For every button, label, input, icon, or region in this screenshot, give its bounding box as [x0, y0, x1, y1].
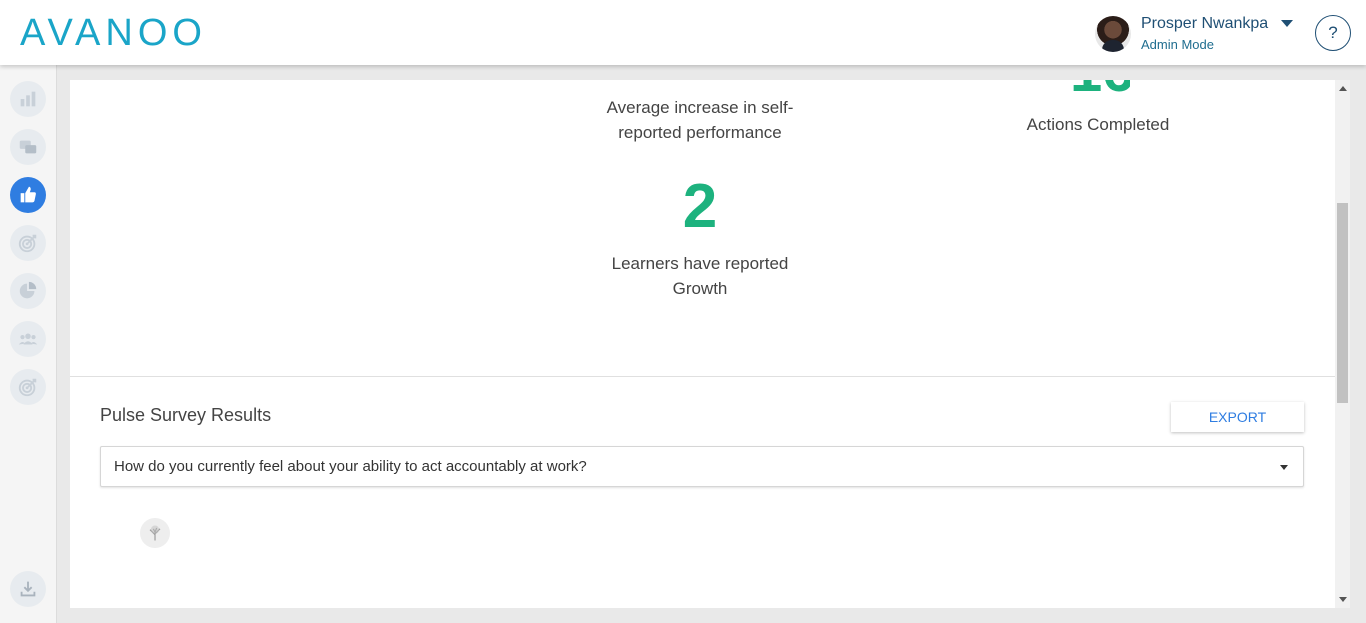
scrollbar[interactable] [1335, 80, 1350, 608]
sidebar-item-goals[interactable] [10, 225, 46, 261]
actions-number-wrap: 16 [1070, 80, 1130, 100]
user-mode: Admin Mode [1141, 37, 1214, 52]
actions-label: Actions Completed [1026, 115, 1170, 134]
sidebar-item-groups[interactable] [10, 321, 46, 357]
app-header: AVANOO Prosper Nwankpa Admin Mode ? [0, 0, 1366, 65]
scroll-down-icon[interactable] [1339, 597, 1347, 602]
download-icon [20, 581, 36, 597]
sidebar-item-download[interactable] [10, 571, 46, 607]
sidebar [0, 65, 57, 623]
question-select[interactable]: How do you currently feel about your abi… [100, 446, 1304, 487]
help-button[interactable]: ? [1315, 15, 1351, 51]
avg-increase-label: Average increase in self-reported perfor… [606, 98, 794, 142]
section-divider [70, 376, 1335, 377]
sidebar-item-targets[interactable] [10, 369, 46, 405]
scroll-up-icon[interactable] [1339, 86, 1347, 91]
sidebar-item-feedback[interactable] [10, 177, 46, 213]
question-select-value: How do you currently feel about your abi… [114, 458, 587, 475]
avanoo-logo[interactable]: AVANOO [20, 14, 207, 52]
sidebar-item-messages[interactable] [10, 129, 46, 165]
sidebar-item-reports[interactable] [10, 273, 46, 309]
chat-icon [19, 140, 37, 154]
learners-label: Learners have reported Growth [611, 254, 789, 298]
user-menu[interactable]: Prosper Nwankpa Admin Mode [1095, 14, 1305, 54]
tree-icon [140, 518, 170, 548]
pulse-survey-title: Pulse Survey Results [100, 405, 272, 425]
user-name[interactable]: Prosper Nwankpa [1141, 15, 1268, 33]
thumbs-up-icon [20, 186, 36, 203]
export-button[interactable]: EXPORT [1171, 402, 1304, 432]
scrollbar-thumb[interactable] [1337, 203, 1348, 403]
sidebar-item-analytics[interactable] [10, 81, 46, 117]
actions-number: 16 [1070, 80, 1130, 100]
target-icon [18, 378, 37, 397]
group-icon [18, 333, 38, 345]
learners-number: 2 [682, 172, 718, 241]
main-card: Average increase in self-reported perfor… [70, 80, 1335, 608]
bar-chart-icon [20, 91, 36, 107]
avatar[interactable] [1095, 16, 1131, 52]
chevron-down-icon[interactable] [1281, 20, 1293, 27]
target-icon [18, 234, 37, 253]
pie-chart-icon [19, 281, 37, 299]
caret-down-icon [1280, 465, 1288, 470]
